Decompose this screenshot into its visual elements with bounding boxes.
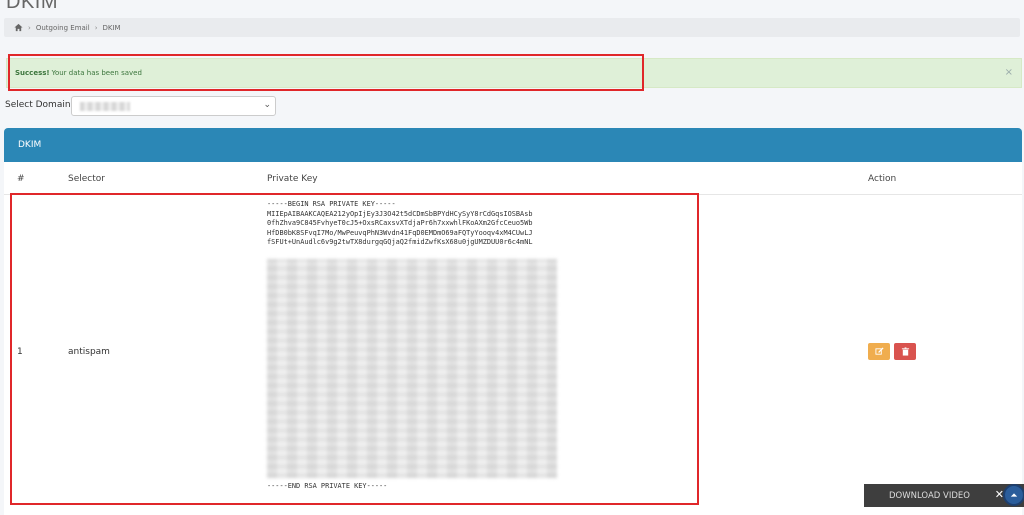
alert-message: Your data has been saved [51,69,142,77]
dkim-panel: DKIM # Selector Private Key Action 1 ant… [4,128,1022,515]
breadcrumb-item-outgoing-email[interactable]: Outgoing Email [36,24,90,32]
download-video-bar[interactable]: DOWNLOAD VIDEO ✕ [864,484,1024,507]
private-key-end: -----END RSA PRIVATE KEY----- [267,482,388,490]
domain-select-value-redacted [80,102,130,111]
download-video-label[interactable]: DOWNLOAD VIDEO [889,491,970,501]
table-header: # Selector Private Key Action [4,162,1022,195]
panel-title: DKIM [4,128,1022,162]
column-header-action: Action [868,174,897,184]
arrow-up-icon [1010,493,1018,497]
scroll-top-button[interactable] [1003,484,1024,506]
edit-button[interactable] [868,343,890,360]
private-key-text: -----BEGIN RSA PRIVATE KEY----- MIIEpAIB… [267,200,533,246]
breadcrumb: › Outgoing Email › DKIM [4,18,1020,37]
delete-button[interactable] [894,343,916,360]
row-selector: antispam [68,347,110,357]
success-alert: Success! Your data has been saved × [6,58,1022,88]
home-icon[interactable] [14,23,23,32]
breadcrumb-separator: › [28,23,31,32]
domain-select[interactable]: ⌄ [71,96,276,116]
close-alert-button[interactable]: × [1005,67,1013,78]
edit-icon [874,347,884,355]
column-header-selector: Selector [68,174,105,184]
breadcrumb-item-dkim: DKIM [102,23,121,32]
breadcrumb-separator: › [94,23,98,32]
alert-strong: Success! [15,69,50,77]
trash-icon [901,347,909,356]
chevron-down-icon: ⌄ [263,100,271,110]
column-header-number: # [17,174,25,184]
select-domain-label: Select Domain [5,100,71,110]
page-title: DKIM [6,0,58,13]
column-header-private-key: Private Key [267,174,318,184]
private-key-redacted [267,259,557,478]
row-number: 1 [17,347,23,357]
